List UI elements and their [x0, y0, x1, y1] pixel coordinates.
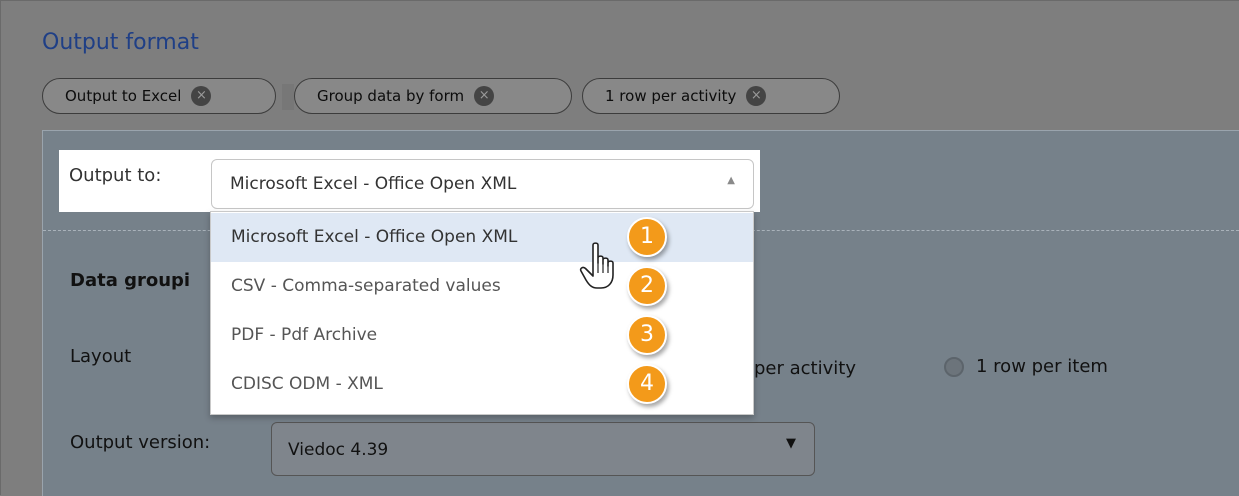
chip-label: Output to Excel — [65, 87, 182, 105]
layout-label: Layout — [70, 346, 132, 367]
output-version-select[interactable]: Viedoc 4.39 ▼ — [271, 422, 815, 476]
close-circle-icon[interactable]: × — [746, 86, 767, 106]
step-badge-3: 3 — [627, 315, 667, 355]
option-excel[interactable]: Microsoft Excel - Office Open XML — [211, 213, 753, 262]
row-per-item-radio-option[interactable]: 1 row per item — [944, 356, 1108, 377]
chip-label: Group data by form — [317, 87, 465, 105]
section-title: Output format — [42, 30, 199, 55]
option-pdf[interactable]: PDF - Pdf Archive — [211, 311, 753, 360]
row-per-item-label: 1 row per item — [976, 356, 1108, 377]
chip-1-row-per-activity[interactable]: 1 row per activity × — [582, 78, 840, 114]
frame-top-border — [0, 0, 1239, 1]
close-circle-icon[interactable]: × — [474, 86, 495, 106]
step-badge-2: 2 — [627, 266, 667, 306]
caret-down-icon: ▼ — [786, 436, 796, 451]
step-badge-1: 1 — [627, 217, 667, 257]
chip-output-to-excel[interactable]: Output to Excel × — [42, 78, 276, 114]
close-circle-icon[interactable]: × — [191, 86, 212, 106]
step-badge-4: 4 — [627, 364, 667, 404]
output-to-select[interactable]: Microsoft Excel - Office Open XML ▲ — [211, 159, 754, 209]
option-cdisc-odm[interactable]: CDISC ODM - XML — [211, 360, 753, 409]
output-to-dropdown-list: Microsoft Excel - Office Open XML CSV - … — [210, 211, 754, 415]
hand-pointer-icon — [579, 242, 614, 289]
frame-left-border — [0, 0, 1, 495]
output-to-label: Output to: — [69, 165, 162, 186]
data-grouping-label: Data groupi — [70, 270, 191, 291]
caret-up-icon: ▲ — [727, 175, 735, 186]
chip-label: 1 row per activity — [605, 87, 737, 105]
per-activity-radio-label[interactable]: per activity — [754, 358, 856, 379]
chip-separator — [282, 84, 294, 110]
output-version-value: Viedoc 4.39 — [288, 440, 389, 460]
chip-group-data-by-form[interactable]: Group data by form × — [294, 78, 572, 114]
output-version-label: Output version: — [70, 432, 211, 453]
option-csv[interactable]: CSV - Comma-separated values — [211, 262, 753, 311]
output-to-selected-value: Microsoft Excel - Office Open XML — [230, 174, 517, 194]
radio-button[interactable] — [944, 356, 964, 377]
